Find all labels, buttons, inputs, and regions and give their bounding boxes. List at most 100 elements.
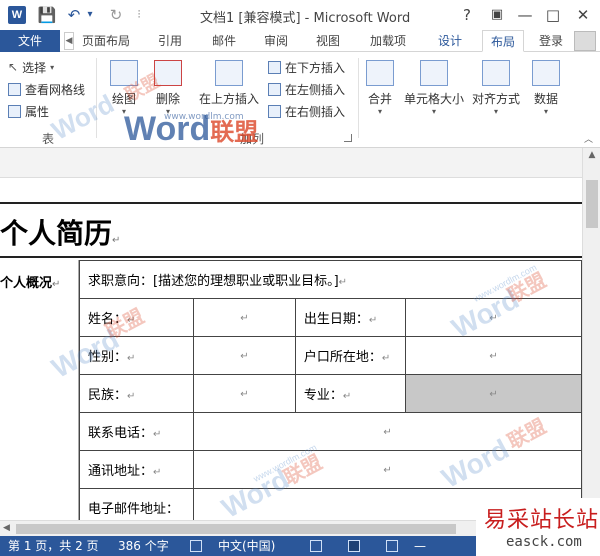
major-label-cell[interactable]: 专业：↵: [294, 374, 407, 413]
address-value-cell[interactable]: ↵: [193, 450, 582, 489]
zoom-out-icon[interactable]: —: [414, 536, 426, 556]
watermark-logo-cn: 联盟: [210, 119, 259, 146]
address-label-cell[interactable]: 通讯地址：↵: [78, 450, 195, 489]
paragraph-mark: ↵: [127, 353, 136, 364]
merge-cells-icon: [366, 60, 394, 86]
properties-button[interactable]: 属性: [8, 102, 49, 120]
word-count[interactable]: 386 个字: [118, 536, 169, 556]
insert-left-button[interactable]: 在左侧插入: [268, 80, 345, 98]
read-mode-icon[interactable]: [310, 540, 322, 552]
redo-icon[interactable]: ↻: [106, 5, 126, 25]
gender-label-cell[interactable]: 性别：↵: [78, 336, 195, 375]
customize-toolbar-icon[interactable]: ⫶: [132, 5, 146, 25]
rows-cols-dialog-launcher-icon[interactable]: [344, 134, 352, 142]
delete-table-icon: [154, 60, 182, 86]
paragraph-mark: ↵: [153, 467, 162, 478]
select-button[interactable]: ↖ 选择 ▾: [8, 58, 54, 76]
vertical-scrollbar[interactable]: ▲: [582, 148, 600, 520]
insert-above-button[interactable]: 在上方插入: [196, 60, 262, 107]
tab-references[interactable]: 引用: [150, 30, 190, 52]
site-logo: 易采站长站 easck.com: [476, 498, 600, 556]
tab-page-layout[interactable]: 页面布局: [78, 30, 134, 52]
email-label-cell[interactable]: 电子邮件地址：: [78, 488, 195, 520]
horizontal-scroll-thumb[interactable]: [16, 524, 456, 534]
hukou-value-cell[interactable]: ↵: [405, 336, 582, 375]
ribbon-display-icon[interactable]: ▣: [484, 4, 510, 26]
data-icon: [532, 60, 560, 86]
objective-cell[interactable]: 求职意向：[描述您的理想职业或职业目标。]↵: [79, 260, 582, 299]
tab-mailings[interactable]: 邮件: [204, 30, 244, 52]
language[interactable]: 中文(中国): [218, 536, 275, 556]
resume-table: 求职意向：[描述您的理想职业或职业目标。]↵ 姓名：↵ ↵ 出生日期：↵ ↵ 性…: [78, 260, 582, 520]
tab-layout[interactable]: 布局: [482, 30, 524, 52]
table-row: 求职意向：[描述您的理想职业或职业目标。]↵: [79, 260, 582, 299]
birth-value-cell[interactable]: ↵: [405, 298, 582, 337]
paragraph-mark: ↵: [342, 391, 352, 402]
major-value-cell-selected[interactable]: ↵: [405, 374, 582, 413]
paragraph-mark: ↵: [240, 351, 249, 362]
tab-design[interactable]: 设计: [428, 30, 472, 52]
insert-below-label: 在下方插入: [285, 60, 346, 75]
paragraph-mark: ↵: [383, 427, 392, 438]
merge-button[interactable]: 合并 ▾: [362, 60, 398, 116]
tab-addins[interactable]: 加载项: [362, 30, 414, 52]
paragraph-mark: ↵: [127, 315, 136, 326]
alignment-icon: [482, 60, 510, 86]
undo-icon[interactable]: ↶: [64, 5, 84, 25]
scroll-up-icon[interactable]: ▲: [583, 150, 600, 160]
tab-review[interactable]: 审阅: [256, 30, 296, 52]
document-page[interactable]: 个人简历↵ 个人概况↵ 求职意向：[描述您的理想职业或职业目标。]↵ 姓名：↵ …: [0, 202, 582, 520]
alignment-button[interactable]: 对齐方式 ▾: [468, 60, 524, 116]
scroll-left-icon[interactable]: ◀: [3, 523, 10, 533]
maximize-icon[interactable]: □: [540, 4, 566, 26]
insert-right-button[interactable]: 在右侧插入: [268, 102, 345, 120]
proofing-icon[interactable]: [190, 540, 202, 552]
birth-label-cell[interactable]: 出生日期：↵: [294, 298, 407, 337]
data-button[interactable]: 数据 ▾: [528, 60, 564, 116]
tab-scroll-left-icon[interactable]: ◀: [64, 32, 74, 50]
address-label: 通讯地址：: [88, 464, 154, 479]
login-link[interactable]: 登录: [534, 30, 568, 52]
tab-view[interactable]: 视图: [308, 30, 348, 52]
section-label-text: 个人概况: [0, 276, 53, 291]
page-count[interactable]: 第 1 页，共 2 页: [8, 536, 99, 556]
web-layout-icon[interactable]: [386, 540, 398, 552]
resume-heading-text: 个人简历: [0, 217, 113, 250]
document-area[interactable]: 个人简历↵ 个人概况↵ 求职意向：[描述您的理想职业或职业目标。]↵ 姓名：↵ …: [0, 148, 600, 520]
table-row: 通讯地址：↵ ↵: [78, 450, 582, 489]
paragraph-mark: ↵: [383, 465, 392, 476]
help-icon[interactable]: ?: [454, 4, 480, 26]
print-layout-icon[interactable]: [348, 540, 360, 552]
paragraph-mark: ↵: [240, 313, 249, 324]
cell-size-button[interactable]: 单元格大小 ▾: [402, 60, 466, 116]
hukou-label: 户口所在地：: [303, 350, 382, 365]
ethnicity-value-cell[interactable]: ↵: [193, 374, 296, 413]
gridlines-label: 查看网格线: [25, 82, 86, 97]
insert-below-button[interactable]: 在下方插入: [268, 58, 345, 76]
ethnicity-label-cell[interactable]: 民族：↵: [78, 374, 195, 413]
insert-left-icon: [268, 82, 281, 96]
save-icon[interactable]: 💾: [36, 5, 58, 25]
phone-label-cell[interactable]: 联系电话：↵: [78, 412, 195, 451]
name-value-cell[interactable]: ↵: [193, 298, 296, 337]
birth-label: 出生日期：: [303, 312, 369, 327]
undo-dropdown-icon[interactable]: ▾: [84, 5, 96, 25]
word-app-icon[interactable]: W: [8, 6, 26, 24]
section-label: 个人概况↵: [0, 272, 60, 291]
delete-button[interactable]: 删除 ▾: [148, 60, 188, 116]
draw-button[interactable]: 绘图 ▾: [104, 60, 144, 116]
tab-file[interactable]: 文件: [0, 30, 60, 52]
minimize-icon[interactable]: —: [512, 4, 538, 26]
ribbon-separator: [358, 58, 359, 138]
hukou-label-cell[interactable]: 户口所在地：↵: [294, 336, 407, 375]
phone-value-cell[interactable]: ↵: [193, 412, 582, 451]
avatar[interactable]: [574, 31, 596, 51]
paragraph-mark: ↵: [489, 389, 498, 400]
paragraph-mark: ↵: [240, 389, 249, 400]
name-label-cell[interactable]: 姓名：↵: [78, 298, 195, 337]
close-icon[interactable]: ✕: [570, 4, 596, 26]
gender-value-cell[interactable]: ↵: [193, 336, 296, 375]
collapse-ribbon-icon[interactable]: ︿: [584, 132, 593, 145]
view-gridlines-button[interactable]: 查看网格线: [8, 80, 85, 98]
vertical-scroll-thumb[interactable]: [586, 180, 598, 228]
